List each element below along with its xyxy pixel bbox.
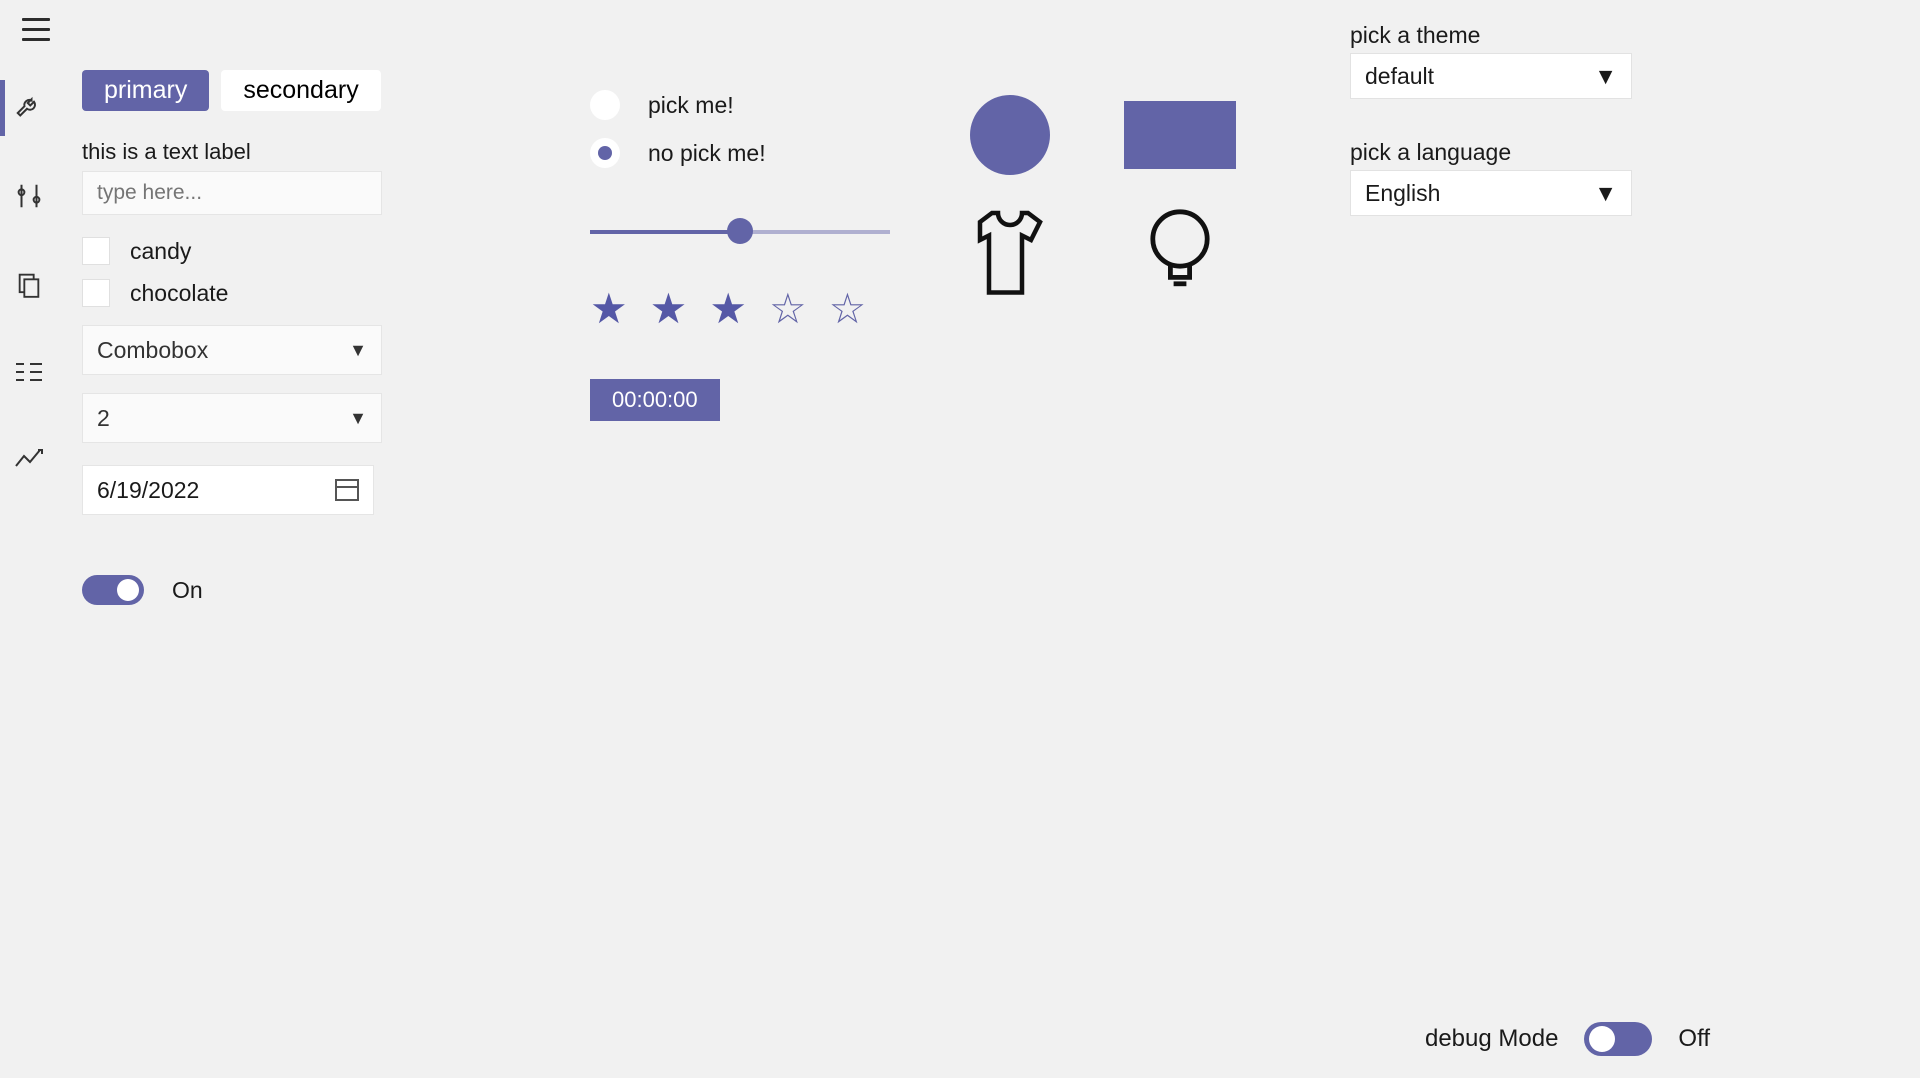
circle-shape-icon [970, 95, 1050, 175]
list-icon [14, 360, 44, 384]
toggle-state-label: On [172, 577, 203, 604]
chevron-down-icon: ▼ [349, 408, 367, 429]
textbox-label: this is a text label [82, 139, 462, 165]
date-value: 6/19/2022 [97, 477, 199, 504]
language-select[interactable]: English ▼ [1350, 170, 1632, 216]
chart-line-icon [14, 448, 44, 472]
lightbulb-icon [1145, 207, 1215, 303]
chevron-down-icon: ▼ [1594, 180, 1617, 207]
theme-value: default [1365, 63, 1434, 90]
chevron-down-icon: ▼ [1594, 63, 1617, 90]
toggle-knob-icon [117, 579, 139, 601]
middle-panel: pick me! no pick me! ★ ★ ★ ☆ ☆ 00:00:00 [590, 90, 890, 421]
debug-mode-label: debug Mode [1425, 1025, 1558, 1053]
radio-label: pick me! [648, 92, 734, 119]
rating-control[interactable]: ★ ★ ★ ☆ ☆ [590, 284, 890, 333]
slider-fill [590, 230, 740, 234]
right-settings-panel: pick a theme default ▼ pick a language E… [1350, 22, 1650, 256]
rail-item-sliders[interactable] [0, 174, 58, 218]
radio-option-1[interactable]: pick me! [590, 90, 890, 120]
star-4-icon: ☆ [769, 284, 807, 333]
rectangle-shape-icon [1124, 101, 1236, 169]
rail-item-chart[interactable] [0, 438, 58, 482]
radio-selected-dot-icon [598, 146, 612, 160]
pivot-secondary-button[interactable]: secondary [221, 70, 380, 111]
number-select[interactable]: 2 ▼ [82, 393, 382, 443]
pivot-primary-button[interactable]: primary [82, 70, 209, 111]
copy-icon [15, 270, 43, 298]
checkbox-candy[interactable]: candy [82, 237, 462, 265]
hamburger-menu-button[interactable] [22, 14, 58, 44]
radio-label: no pick me! [648, 140, 766, 167]
star-3-icon: ★ [709, 284, 747, 333]
shapes-panel [940, 90, 1250, 310]
radio-icon [590, 138, 620, 168]
theme-select[interactable]: default ▼ [1350, 53, 1632, 99]
tshirt-icon [962, 210, 1058, 300]
star-2-icon: ★ [650, 284, 688, 333]
toggle-switch[interactable] [82, 575, 144, 605]
combobox-value: Combobox [97, 337, 208, 364]
checkbox-box-icon [82, 237, 110, 265]
debug-toggle-switch[interactable] [1584, 1022, 1652, 1056]
pivot-row: primary secondary [82, 70, 462, 111]
debug-state-label: Off [1678, 1025, 1710, 1053]
toggle-row: On [82, 575, 462, 605]
chevron-down-icon: ▼ [349, 340, 367, 361]
star-1-icon: ★ [590, 284, 628, 333]
combobox[interactable]: Combobox ▼ [82, 325, 382, 375]
toggle-knob-icon [1589, 1026, 1615, 1052]
checkbox-label: candy [130, 238, 191, 265]
language-label: pick a language [1350, 139, 1650, 166]
rail-item-list[interactable] [0, 350, 58, 394]
calendar-icon [335, 479, 359, 501]
number-value: 2 [97, 405, 110, 432]
sliders-icon [14, 181, 44, 211]
checkbox-chocolate[interactable]: chocolate [82, 279, 462, 307]
language-value: English [1365, 180, 1440, 207]
nav-rail [0, 58, 58, 482]
checkbox-label: chocolate [130, 280, 228, 307]
star-5-icon: ☆ [829, 284, 867, 333]
debug-mode-row: debug Mode Off [1425, 1022, 1710, 1056]
radio-option-2[interactable]: no pick me! [590, 138, 890, 168]
slider-thumb-icon [727, 218, 753, 244]
radio-icon [590, 90, 620, 120]
wrench-icon [14, 93, 44, 123]
date-picker[interactable]: 6/19/2022 [82, 465, 374, 515]
checkbox-box-icon [82, 279, 110, 307]
text-input[interactable] [82, 171, 382, 215]
rail-item-tools[interactable] [0, 86, 58, 130]
slider[interactable] [590, 228, 890, 234]
rail-item-copy[interactable] [0, 262, 58, 306]
theme-label: pick a theme [1350, 22, 1650, 49]
left-panel: primary secondary this is a text label c… [82, 70, 462, 605]
time-picker[interactable]: 00:00:00 [590, 379, 720, 421]
